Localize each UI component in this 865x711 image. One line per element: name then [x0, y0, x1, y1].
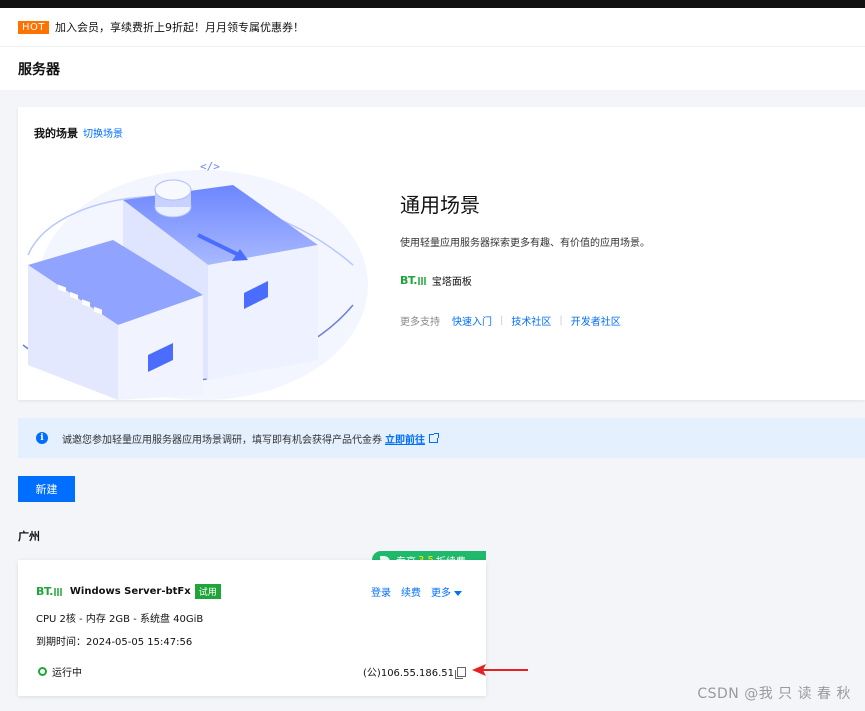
tech-community-link[interactable]: 技术社区 — [511, 313, 551, 328]
link-separator: | — [559, 315, 563, 326]
copy-icon[interactable] — [455, 666, 466, 679]
developer-community-link[interactable]: 开发者社区 — [571, 313, 621, 328]
survey-notice: i 诚邀您参加轻量应用服务器应用场景调研，填写即有机会获得产品代金券 立即前往 — [18, 418, 865, 458]
login-link[interactable]: 登录 — [371, 584, 391, 599]
server-status: 运行中 — [38, 664, 82, 679]
ip-text: (公)106.55.186.51 — [363, 668, 454, 679]
status-text: 运行中 — [52, 668, 82, 679]
expire-time: 到期时间：2024-05-05 15:47:56 — [36, 637, 193, 648]
scene-card: 我的场景 切换场景 </> 通用场景 使用轻量应用服务器探索更多有趣、有价值的应… — [18, 107, 865, 400]
go-now-link[interactable]: 立即前往 — [385, 431, 425, 446]
watermark: CSDN @我 只 读 春 秋 — [697, 686, 851, 702]
code-glyph: </> — [200, 160, 220, 173]
scene-description: 使用轻量应用服务器探索更多有趣、有价值的应用场景。 — [400, 238, 650, 249]
support-links: 更多支持 快速入门 | 技术社区 | 开发者社区 — [400, 313, 621, 328]
bt-logo-mark-icon — [417, 276, 426, 285]
support-label: 更多支持 — [400, 317, 440, 328]
trial-badge: 试用 — [194, 584, 221, 599]
region-title: 广州 — [18, 530, 40, 543]
promo-text[interactable]: 加入会员，享续费折上9折起！月月领专属优惠券！ — [55, 19, 304, 35]
page-header: 服务器 — [0, 46, 865, 90]
renew-link[interactable]: 续费 — [401, 584, 421, 599]
scene-illustration: </> — [22, 160, 368, 400]
scene-label: 我的场景 — [34, 127, 78, 140]
server-bt-logo: BT. — [36, 585, 53, 598]
page-title: 服务器 — [18, 61, 60, 78]
server-header: BT. Windows Server-btFx 试用 — [36, 584, 221, 599]
bt-panel-row[interactable]: BT. 宝塔面板 — [400, 273, 472, 288]
server-spec: CPU 2核 - 内存 2GB - 系统盘 40GiB — [36, 614, 204, 625]
more-label: 更多 — [431, 588, 451, 599]
quick-start-link[interactable]: 快速入门 — [452, 313, 492, 328]
server-name[interactable]: Windows Server-btFx — [70, 586, 191, 597]
server-card[interactable]: BT. Windows Server-btFx 试用 登录 续费 更多 CPU … — [18, 560, 486, 696]
public-ip: (公)106.55.186.51 — [363, 664, 466, 679]
promo-banner[interactable]: HOT 加入会员，享续费折上9折起！月月领专属优惠券！ — [0, 8, 865, 46]
info-icon: i — [36, 432, 48, 444]
scene-header: 我的场景 切换场景 — [34, 125, 123, 141]
notice-text: 诚邀您参加轻量应用服务器应用场景调研，填写即有机会获得产品代金券 — [62, 434, 382, 446]
bt-panel-name: 宝塔面板 — [431, 277, 472, 288]
more-dropdown[interactable]: 更多 — [431, 584, 462, 599]
switch-scene-link[interactable]: 切换场景 — [83, 125, 123, 140]
new-button[interactable]: 新建 — [18, 476, 75, 502]
bt-logo-mark-icon — [53, 587, 62, 596]
hot-badge: HOT — [18, 20, 49, 34]
bt-logo: BT. — [400, 274, 417, 287]
external-link-icon[interactable] — [429, 432, 439, 443]
window-top-bar — [0, 0, 865, 8]
scene-title: 通用场景 — [400, 193, 480, 217]
annotation-arrow-icon — [472, 664, 528, 676]
link-separator: | — [500, 315, 504, 326]
running-status-icon — [38, 667, 47, 676]
server-actions: 登录 续费 更多 — [361, 584, 462, 599]
chevron-down-icon — [454, 590, 462, 596]
